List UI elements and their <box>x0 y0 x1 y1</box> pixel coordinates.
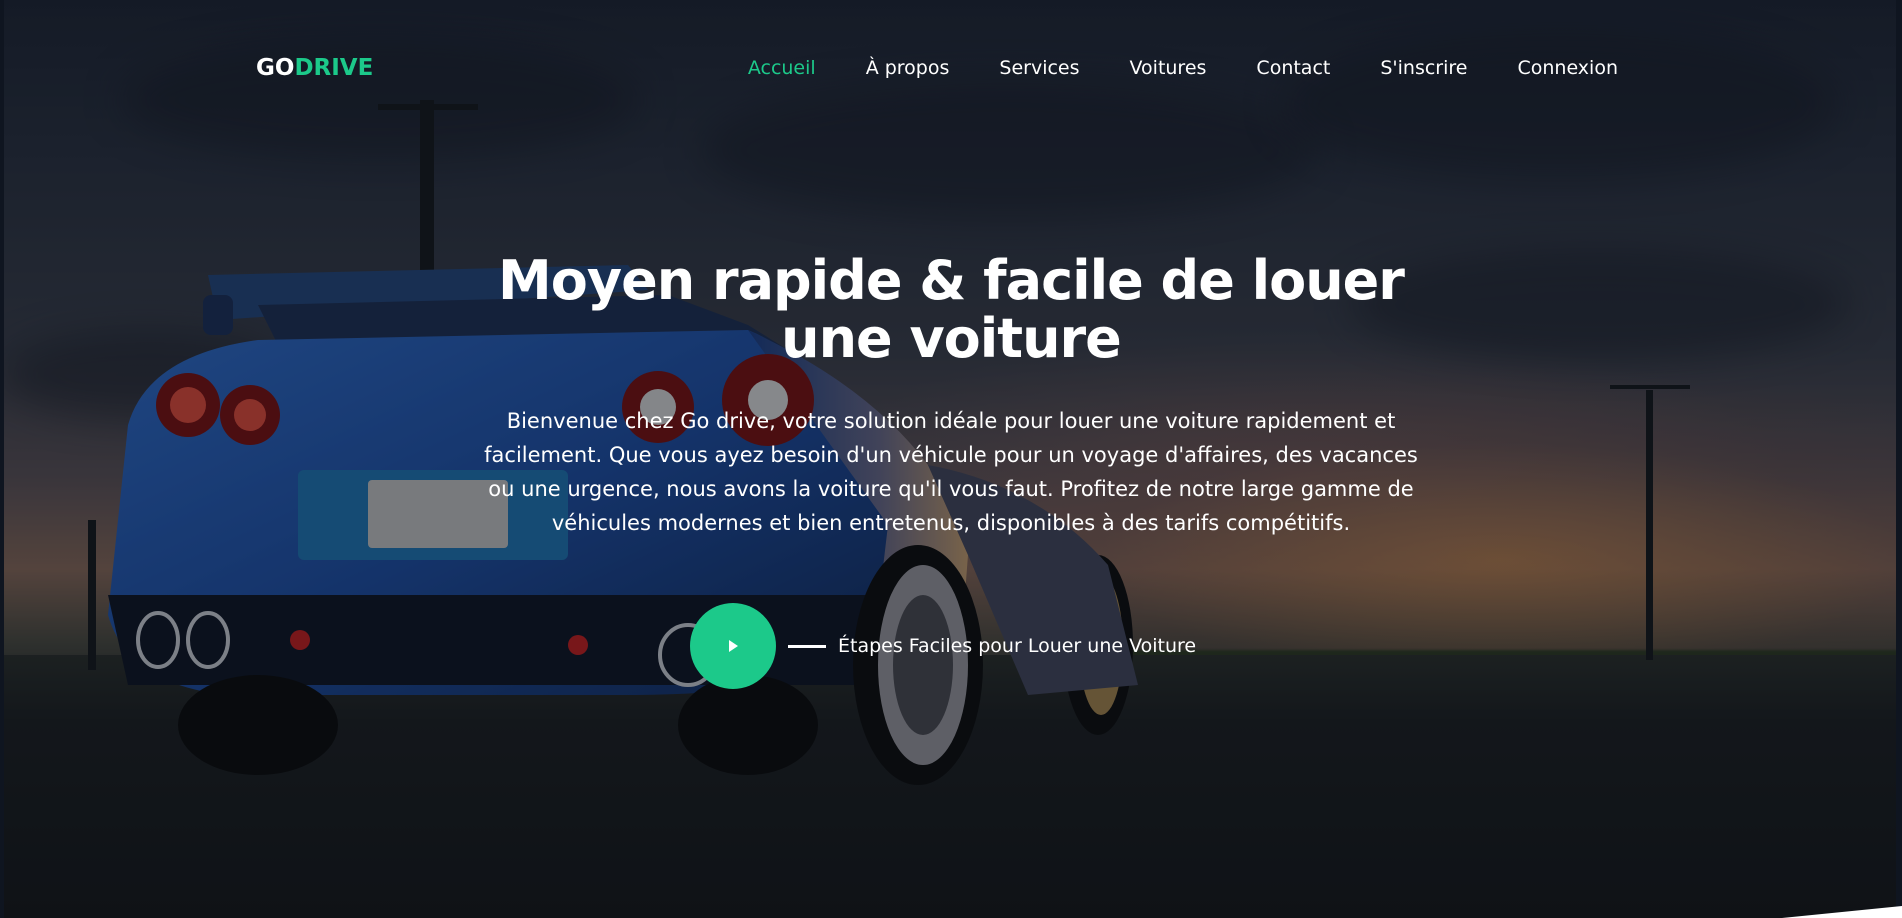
nav-item-sinscrire[interactable]: S'inscrire <box>1380 56 1467 80</box>
logo[interactable]: GODRIVE <box>256 56 373 80</box>
steps-label[interactable]: Étapes Faciles pour Louer une Voiture <box>838 634 1196 658</box>
hero-title-line1: Moyen rapide & facile de louer <box>498 249 1405 312</box>
steps-video-link[interactable]: Étapes Faciles pour Louer une Voiture <box>690 602 1196 690</box>
logo-part-go: GO <box>256 55 295 81</box>
nav-item-accueil[interactable]: Accueil <box>748 56 816 80</box>
steps-divider-line <box>788 644 826 648</box>
play-button[interactable] <box>690 603 776 689</box>
main-navigation: GODRIVE Accueil À propos Services Voitur… <box>0 48 1902 92</box>
nav-item-voitures[interactable]: Voitures <box>1130 56 1207 80</box>
nav-item-services[interactable]: Services <box>999 56 1079 80</box>
nav-item-connexion[interactable]: Connexion <box>1517 56 1618 80</box>
hero-section: GODRIVE Accueil À propos Services Voitur… <box>0 0 1902 918</box>
hero-title: Moyen rapide & facile de louer une voitu… <box>451 252 1451 368</box>
play-icon <box>729 640 738 652</box>
hero-title-line2: une voiture <box>781 307 1122 370</box>
nav-item-contact[interactable]: Contact <box>1256 56 1330 80</box>
nav-menu: Accueil À propos Services Voitures Conta… <box>698 56 1618 80</box>
nav-item-a-propos[interactable]: À propos <box>866 56 950 80</box>
logo-part-drive: DRIVE <box>294 55 374 81</box>
hero-description: Bienvenue chez Go drive, votre solution … <box>484 409 1418 535</box>
